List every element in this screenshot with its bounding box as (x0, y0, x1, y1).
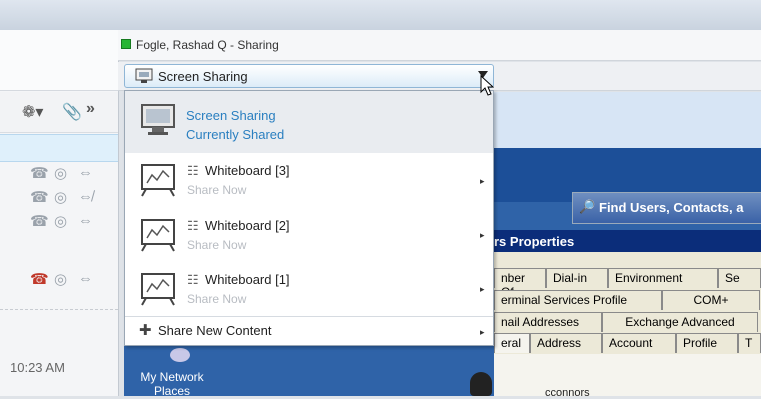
tab-com-plus[interactable]: COM+ (662, 290, 760, 310)
mouse-cursor-icon (480, 75, 494, 96)
tab-email-addresses[interactable]: nail Addresses (494, 312, 602, 332)
people-options-icon[interactable]: ❁▾ (22, 102, 43, 122)
network-places-label[interactable]: My Network Places (132, 370, 212, 398)
tab-address[interactable]: Address (530, 333, 602, 353)
submenu-arrow-icon: ▸ (480, 230, 485, 240)
phone-icon[interactable]: ☎ (30, 188, 49, 206)
phone-active-icon[interactable]: ☎ (30, 270, 49, 288)
tab-profile[interactable]: Profile (676, 333, 738, 353)
submenu-arrow-icon: ▸ (480, 327, 485, 337)
presence-available-icon (121, 39, 131, 49)
menu-item-whiteboard-3[interactable] (125, 156, 493, 208)
presence-icon: ◎ (54, 213, 68, 230)
menu-item-title: Whiteboard [3] (205, 163, 290, 178)
monitor-share-icon (135, 68, 153, 83)
tab-general[interactable]: eral (494, 333, 530, 353)
plus-icon: ✚ (139, 322, 152, 339)
monitor-share-icon (141, 104, 175, 135)
menu-item-status: Currently Shared (186, 127, 285, 142)
submenu-arrow-icon: ▸ (480, 176, 485, 186)
share-content-selected: Screen Sharing (158, 69, 248, 84)
properties-title: rs Properties (494, 234, 575, 249)
user-name: cconnors (545, 387, 590, 399)
presence-icon: ◎ (54, 189, 68, 206)
properties-content (494, 354, 761, 396)
menu-item-title: Whiteboard [1] (205, 272, 290, 287)
whiteboard-icon (141, 164, 175, 197)
menu-separator (125, 316, 493, 317)
attachment-icon[interactable]: 📎 (62, 102, 82, 122)
phone-icon[interactable]: ☎ (30, 164, 49, 182)
tab-member-of[interactable]: nber Of (494, 268, 546, 299)
find-users-title: Find Users, Contacts, a (599, 200, 744, 215)
tab-dial-in[interactable]: Dial-in (546, 268, 608, 288)
contact-row[interactable]: ☎ ◎ ⇔ (0, 212, 118, 234)
whiteboard-icon (141, 219, 175, 252)
contact-row[interactable]: ☎ ◎ ⇎ (0, 188, 118, 210)
find-users-icon: 🔎 (579, 199, 596, 214)
menu-item-title: Share New Content (158, 323, 272, 338)
tab-terminal-services-profile[interactable]: erminal Services Profile (494, 290, 662, 310)
sharing-window-title: Fogle, Rashad Q - Sharing (136, 38, 279, 52)
tab-exchange-advanced[interactable]: Exchange Advanced (602, 312, 758, 332)
menu-item-title: Screen Sharing (186, 108, 276, 123)
transfer-icon[interactable]: ⇔ (78, 164, 93, 181)
conversation-panel: ❁▾ 📎 » ☎ ◎ ⇔ ☎ ◎ ⇎ ☎ ◎ ⇔ ☎ ◎ ⇔ (0, 30, 119, 396)
contact-row[interactable]: ☎ ◎ ⇔ (0, 164, 118, 186)
user-avatar-icon (470, 372, 492, 396)
conversation-toolbar: ❁▾ 📎 » (0, 92, 118, 133)
group-icon: ☷ (187, 218, 199, 233)
conversation-header (0, 30, 118, 91)
tab-environment[interactable]: Environment (608, 268, 718, 288)
whiteboard-icon (141, 273, 175, 306)
find-users-window[interactable]: 🔎 Find Users, Contacts, a (572, 192, 761, 224)
group-icon: ☷ (187, 163, 199, 178)
menu-item-action: Share Now (187, 292, 247, 306)
group-icon: ☷ (187, 272, 199, 287)
network-places-icon[interactable] (170, 348, 190, 362)
contact-row[interactable]: ☎ ◎ ⇔ (0, 270, 118, 292)
selected-row[interactable] (0, 134, 118, 162)
menu-item-whiteboard-1[interactable] (125, 264, 493, 316)
transfer-icon[interactable]: ⇔ (78, 212, 93, 229)
toolbar-overflow-button[interactable]: » (86, 100, 95, 118)
presence-icon: ◎ (54, 165, 68, 182)
phone-icon[interactable]: ☎ (30, 212, 49, 230)
window-top-bar (0, 0, 761, 31)
menu-item-whiteboard-2[interactable] (125, 210, 493, 262)
remote-panel (494, 92, 761, 148)
menu-item-action: Share Now (187, 238, 247, 252)
transfer-blocked-icon[interactable]: ⇎ (78, 188, 93, 205)
menu-item-action: Share Now (187, 183, 247, 197)
transfer-icon[interactable]: ⇔ (78, 270, 93, 287)
submenu-arrow-icon: ▸ (480, 284, 485, 294)
message-timestamp: 10:23 AM (10, 360, 65, 375)
menu-item-title: Whiteboard [2] (205, 218, 290, 233)
menu-item-screen-sharing[interactable] (125, 91, 493, 153)
presence-icon: ◎ (54, 271, 68, 288)
tab-telephones[interactable]: T (738, 333, 761, 353)
tab-account[interactable]: Account (602, 333, 676, 353)
divider (0, 309, 118, 310)
tab-sessions[interactable]: Se (718, 268, 761, 288)
